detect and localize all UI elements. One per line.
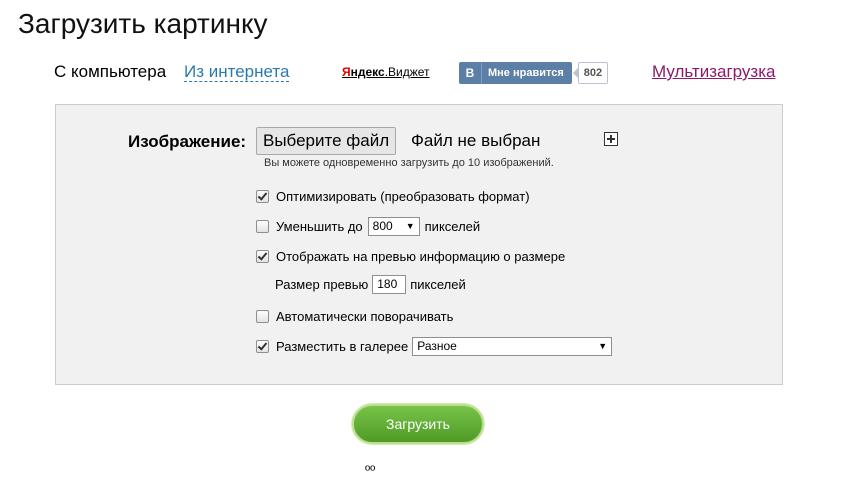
gallery-checkbox[interactable]: [256, 339, 269, 353]
reduce-checkbox[interactable]: [256, 219, 269, 233]
option-optimize: Оптимизировать (преобразовать формат): [256, 186, 530, 206]
chevron-down-icon: ▼: [405, 220, 415, 231]
optimize-checkbox[interactable]: [256, 189, 269, 203]
vk-like-label: Мне нравится: [488, 67, 564, 79]
upload-hint: Вы можете одновременно загрузить до 10 и…: [264, 157, 554, 169]
reduce-size-value: 800: [372, 218, 393, 233]
yandex-logo-rest: ндекс: [350, 65, 385, 79]
upload-button[interactable]: Загрузить: [352, 404, 484, 444]
reduce-size-select[interactable]: 800 ▼: [367, 216, 420, 236]
preview-size-input[interactable]: 180: [372, 274, 407, 294]
multi-upload-link[interactable]: Мультизагрузка: [652, 62, 775, 82]
vk-like-button[interactable]: В Мне нравится: [459, 62, 572, 84]
page-title: Загрузить картинку: [18, 8, 268, 39]
preview-info-checkbox[interactable]: [256, 249, 269, 263]
image-label: Изображение:: [128, 132, 247, 151]
preview-size-label: Размер превью: [275, 276, 369, 292]
preview-size-unit-label: пикселей: [410, 276, 466, 292]
yandex-widget-suffix: .Виджет: [384, 65, 430, 79]
option-gallery: Разместить в галерее Разное ▼: [256, 336, 613, 356]
bottom-partial-text: ºº: [365, 462, 376, 478]
choose-file-button[interactable]: Выберите файл: [256, 127, 397, 155]
add-field-plus-icon[interactable]: [604, 132, 618, 146]
optimize-label: Оптимизировать (преобразовать формат): [276, 188, 530, 204]
file-status: Файл не выбран: [411, 131, 541, 150]
reduce-unit-label: пикселей: [424, 218, 481, 234]
option-preview-info: Отображать на превью информацию о размер…: [256, 246, 565, 266]
vk-logo-icon: В: [459, 62, 482, 84]
yandex-widget-link[interactable]: Яндекс.Виджет: [342, 65, 430, 79]
option-auto-rotate: Автоматически поворачивать: [256, 306, 453, 326]
option-preview-size: Размер превью 180 пикселей: [275, 274, 466, 294]
preview-info-label: Отображать на превью информацию о размер…: [276, 248, 566, 264]
yandex-logo-letter: Я: [342, 65, 351, 79]
reduce-label: Уменьшить до: [276, 218, 363, 234]
auto-rotate-label: Автоматически поворачивать: [276, 308, 454, 324]
gallery-select[interactable]: Разное ▼: [412, 336, 613, 356]
vk-like-widget[interactable]: В Мне нравится 802: [459, 62, 609, 84]
gallery-label: Разместить в галерее: [276, 338, 409, 354]
chevron-down-icon: ▼: [598, 340, 608, 351]
tab-from-internet[interactable]: Из интернета: [184, 62, 290, 82]
option-reduce: Уменьшить до 800 ▼ пикселей: [256, 216, 480, 236]
gallery-value: Разное: [417, 338, 457, 353]
vk-like-count: 802: [572, 62, 609, 84]
tab-from-computer[interactable]: С компьютера: [54, 62, 166, 82]
auto-rotate-checkbox[interactable]: [256, 309, 269, 323]
